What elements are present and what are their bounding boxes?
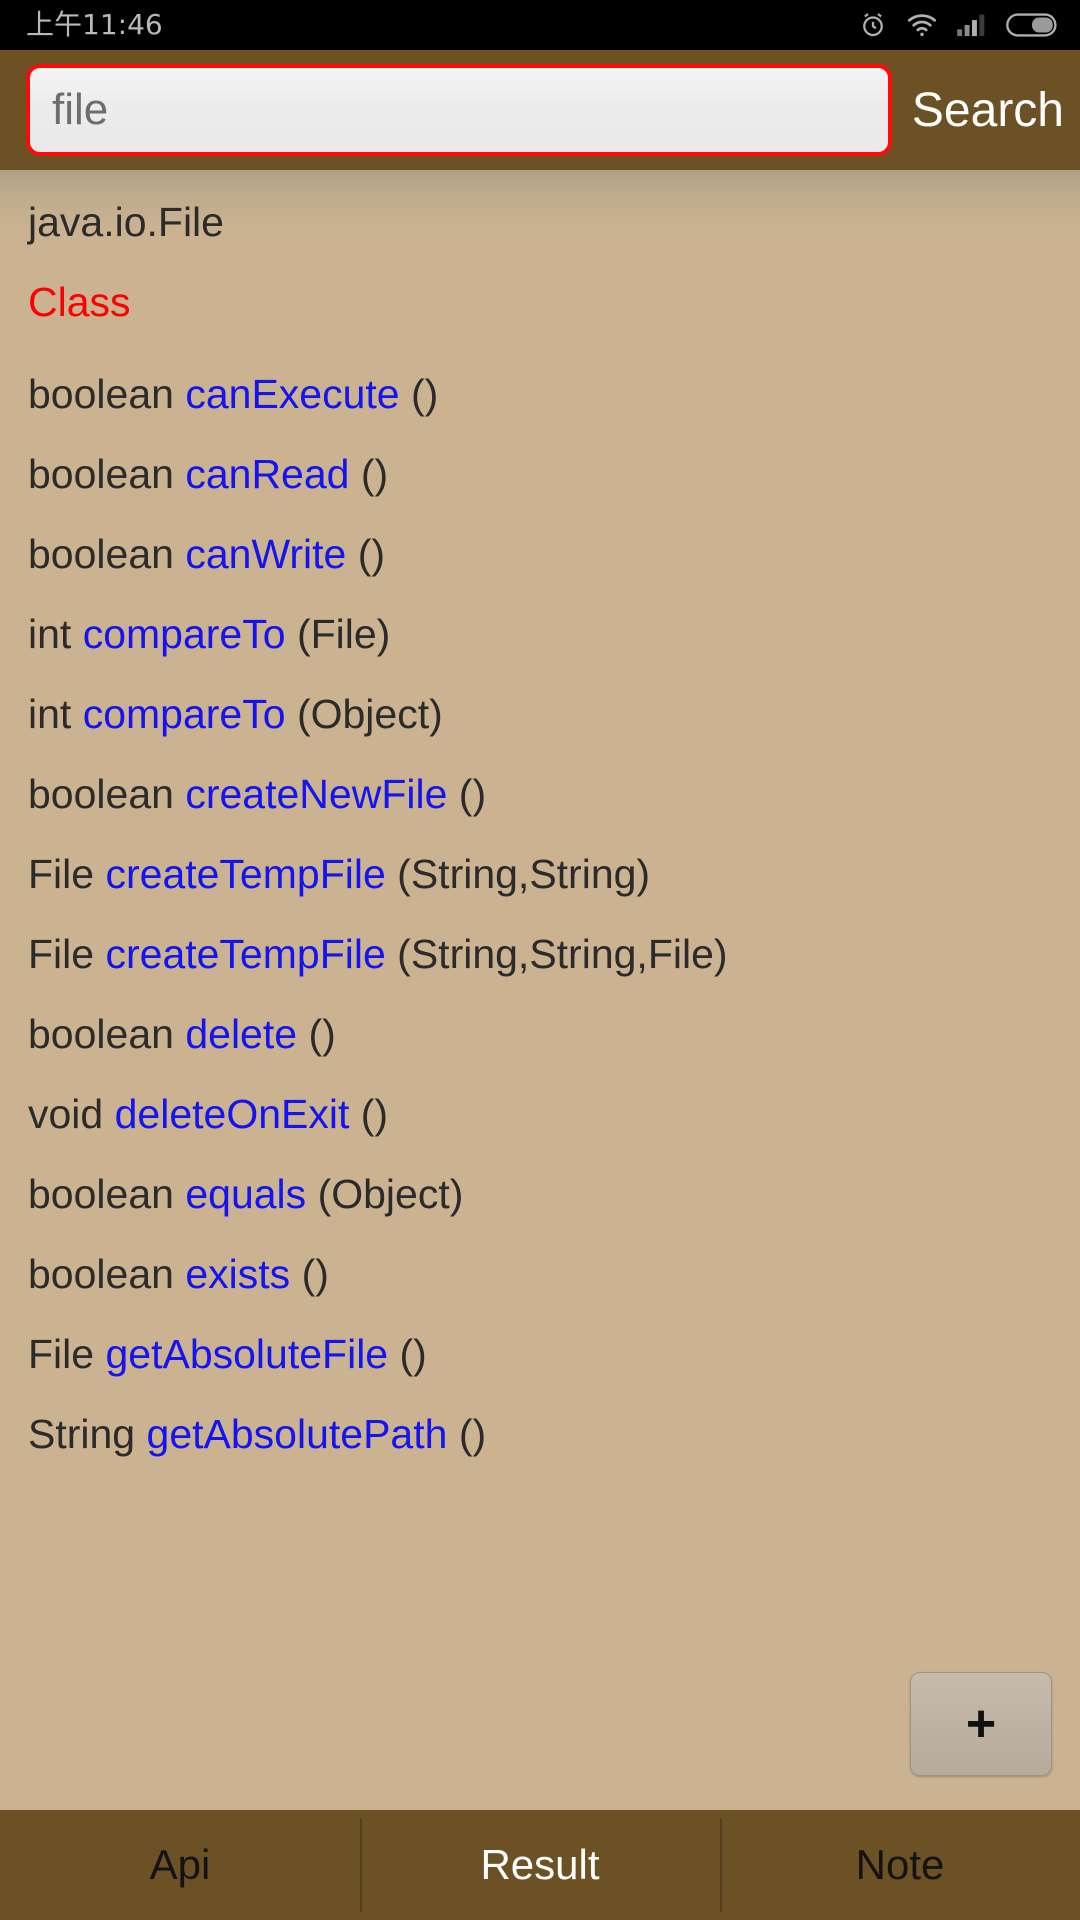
list-item[interactable]: String getAbsolutePath () bbox=[0, 1394, 1080, 1474]
status-bar-icons bbox=[858, 10, 1058, 40]
search-input[interactable] bbox=[26, 64, 892, 156]
status-bar: 上午11:46 bbox=[0, 0, 1080, 50]
return-type-label: boolean bbox=[28, 1251, 174, 1297]
method-params-label: () bbox=[360, 451, 389, 497]
method-name-label: canWrite bbox=[185, 531, 347, 577]
method-params-label: () bbox=[458, 1411, 487, 1457]
list-item[interactable]: File createTempFile (String,String) bbox=[0, 834, 1080, 914]
list-item[interactable]: boolean canExecute () bbox=[0, 354, 1080, 434]
add-button[interactable]: + bbox=[910, 1672, 1052, 1776]
method-params-label: () bbox=[411, 371, 439, 417]
tab-result[interactable]: Result bbox=[360, 1810, 720, 1920]
list-item[interactable]: boolean delete () bbox=[0, 994, 1080, 1074]
tab-label: Api bbox=[149, 1841, 211, 1888]
method-params-label: (Object) bbox=[296, 691, 443, 737]
app-root: 上午11:46 file Search java.io.File Class b… bbox=[0, 0, 1080, 1920]
return-type-label: boolean bbox=[28, 371, 174, 417]
list-item[interactable]: int compareTo (Object) bbox=[0, 674, 1080, 754]
list-item[interactable]: boolean exists () bbox=[0, 1234, 1080, 1314]
method-name-label: createTempFile bbox=[105, 851, 386, 897]
list-item[interactable]: void deleteOnExit () bbox=[0, 1074, 1080, 1154]
return-type-label: int bbox=[28, 691, 72, 737]
method-params-label: () bbox=[301, 1251, 329, 1297]
return-type-label: boolean bbox=[28, 451, 174, 497]
signal-icon bbox=[956, 12, 988, 38]
method-name-label: deleteOnExit bbox=[114, 1091, 350, 1137]
list-item[interactable]: File getAbsoluteFile () bbox=[0, 1314, 1080, 1394]
wifi-icon bbox=[906, 12, 938, 38]
method-params-label: () bbox=[357, 531, 386, 577]
method-list: java.io.File Class bbox=[0, 182, 1080, 342]
list-item-class-name[interactable]: java.io.File bbox=[0, 182, 1080, 262]
return-type-label: boolean bbox=[28, 771, 174, 817]
tab-label: Note bbox=[855, 1841, 945, 1888]
method-params-label: () bbox=[360, 1091, 389, 1137]
status-bar-clock: 上午11:46 bbox=[26, 8, 163, 41]
tab-label: Result bbox=[480, 1841, 600, 1888]
method-name-label: equals bbox=[185, 1171, 307, 1217]
list-item[interactable]: boolean canRead () bbox=[0, 434, 1080, 514]
kind-label: Class bbox=[28, 279, 131, 325]
method-name-label: exists bbox=[185, 1251, 291, 1297]
tab-note[interactable]: Note bbox=[720, 1810, 1080, 1920]
search-header: Search bbox=[0, 50, 1080, 170]
return-type-label: File bbox=[28, 851, 95, 897]
list-item[interactable]: boolean canWrite () bbox=[0, 514, 1080, 594]
list-item[interactable]: int compareTo (File) bbox=[0, 594, 1080, 674]
method-params-label: () bbox=[399, 1331, 427, 1377]
list-item[interactable]: File createTempFile (String,String,File) bbox=[0, 914, 1080, 994]
return-type-label: String bbox=[28, 1411, 136, 1457]
return-type-label: void bbox=[28, 1091, 104, 1137]
method-name-label: createNewFile bbox=[185, 771, 448, 817]
method-name-label: compareTo bbox=[82, 691, 286, 737]
list-item[interactable]: boolean equals (Object) bbox=[0, 1154, 1080, 1234]
method-name-label: canRead bbox=[185, 451, 350, 497]
return-type-label: boolean bbox=[28, 1171, 174, 1217]
method-name-label: delete bbox=[185, 1011, 298, 1057]
return-type-label: int bbox=[28, 611, 72, 657]
method-name-label: getAbsoluteFile bbox=[105, 1331, 389, 1377]
return-type-label: boolean bbox=[28, 1011, 174, 1057]
api-result-list[interactable]: java.io.File Class boolean canExecute ()… bbox=[0, 170, 1080, 1810]
battery-icon bbox=[1006, 12, 1058, 38]
bottom-tab-bar: Api Result Note bbox=[0, 1810, 1080, 1920]
return-type-label: File bbox=[28, 1331, 95, 1377]
method-signature-list: boolean canExecute () boolean canRead () b… bbox=[0, 354, 1080, 1474]
alarm-icon bbox=[858, 10, 888, 40]
method-name-label: canExecute bbox=[185, 371, 400, 417]
return-type-label: File bbox=[28, 931, 95, 977]
list-item[interactable]: boolean createNewFile () bbox=[0, 754, 1080, 834]
method-params-label: () bbox=[308, 1011, 336, 1057]
method-name-label: getAbsolutePath bbox=[146, 1411, 448, 1457]
search-button[interactable]: Search bbox=[908, 83, 1080, 138]
method-params-label: (Object) bbox=[317, 1171, 464, 1217]
class-name-label: java.io.File bbox=[28, 199, 224, 245]
tab-api[interactable]: Api bbox=[0, 1810, 360, 1920]
method-params-label: (File) bbox=[296, 611, 391, 657]
method-params-label: () bbox=[458, 771, 487, 817]
return-type-label: boolean bbox=[28, 531, 174, 577]
method-name-label: createTempFile bbox=[105, 931, 386, 977]
method-params-label: (String,String) bbox=[397, 851, 651, 897]
method-params-label: (String,String,File) bbox=[397, 931, 728, 977]
method-name-label: compareTo bbox=[82, 611, 286, 657]
list-item-kind[interactable]: Class bbox=[0, 262, 1080, 342]
